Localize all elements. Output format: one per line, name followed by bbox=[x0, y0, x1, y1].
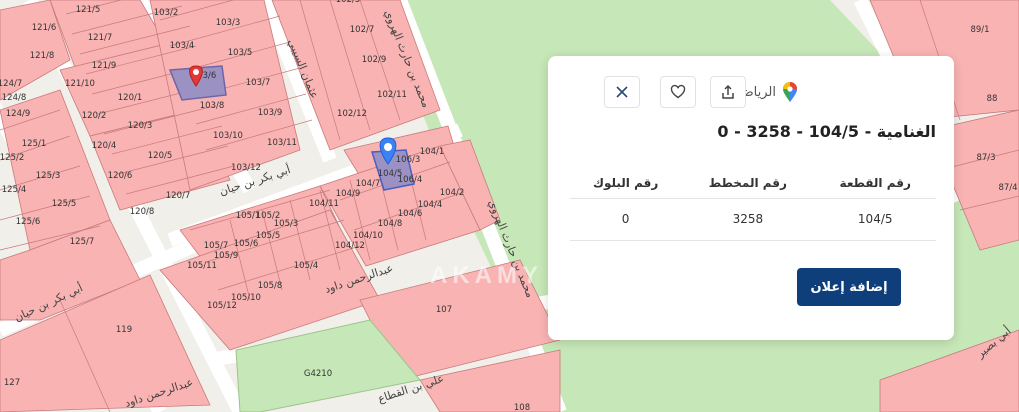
close-icon bbox=[616, 86, 628, 98]
plot-label: 104/10 bbox=[353, 231, 383, 241]
plot-label: 104/7 bbox=[356, 179, 381, 189]
plot-label: 105/8 bbox=[258, 281, 283, 291]
plot-label: 105/7 bbox=[204, 241, 229, 251]
plot-label: 124/8 bbox=[2, 93, 27, 103]
share-button[interactable] bbox=[710, 76, 746, 108]
plot-label: 125/4 bbox=[2, 185, 27, 195]
column-header-block-number: رقم البلوك bbox=[570, 168, 682, 199]
plot-label: 121/7 bbox=[88, 33, 113, 43]
plot-label: 107 bbox=[436, 305, 452, 315]
favorite-button[interactable] bbox=[660, 76, 696, 108]
plot-info-card: الرياض الغنامية - 104/5 - 3258 - 0 رقم ا… bbox=[548, 56, 954, 340]
share-icon bbox=[722, 84, 734, 99]
plot-label: 124/7 bbox=[0, 79, 22, 89]
plot-label: 125/2 bbox=[0, 153, 24, 163]
plot-label: 104/2 bbox=[440, 188, 465, 198]
plot-label: 105/3 bbox=[274, 219, 299, 229]
plot-label: 103/3 bbox=[216, 18, 241, 28]
plot-label: 119 bbox=[116, 325, 132, 335]
plot-label: 88 bbox=[987, 94, 998, 104]
plot-label: 103/10 bbox=[213, 131, 243, 141]
plot-label: 120/4 bbox=[92, 141, 117, 151]
google-maps-pin-icon bbox=[782, 82, 798, 102]
plot-label: 103/12 bbox=[231, 163, 261, 173]
cell-scheme-number: 3258 bbox=[681, 198, 815, 241]
plot-label: 103/4 bbox=[170, 41, 195, 51]
plot-label: 121/8 bbox=[30, 51, 55, 61]
cell-block-number: 0 bbox=[570, 198, 682, 241]
plot-label: 87/3 bbox=[976, 153, 995, 163]
plot-label: 121/10 bbox=[65, 79, 95, 89]
plot-label: 102/7 bbox=[350, 25, 375, 35]
plot-label: 120/1 bbox=[118, 93, 143, 103]
watermark-text: AKAMY bbox=[430, 262, 543, 289]
plot-label: 125/3 bbox=[36, 171, 61, 181]
plot-label: 108 bbox=[514, 403, 530, 412]
plot-label: 106/4 bbox=[398, 175, 423, 185]
plot-label: 102/11 bbox=[377, 90, 407, 100]
plot-title: الغنامية - 104/5 - 3258 - 0 bbox=[717, 122, 936, 141]
plot-label: 121/5 bbox=[76, 5, 101, 15]
plot-label: 105/5 bbox=[256, 231, 281, 241]
table-row: 104/5 3258 0 bbox=[570, 198, 936, 241]
plot-label: G4210 bbox=[304, 369, 332, 379]
city-label: الرياض bbox=[738, 82, 798, 102]
plot-label: 103/8 bbox=[200, 101, 225, 111]
plot-label: 105/4 bbox=[294, 261, 319, 271]
plot-label: 104/8 bbox=[378, 219, 403, 229]
plot-label: 125/1 bbox=[22, 139, 47, 149]
plot-label: 104/11 bbox=[309, 199, 339, 209]
plot-label: 102/5 bbox=[336, 0, 361, 5]
plot-label: 103/11 bbox=[267, 138, 297, 148]
plot-label: 102/12 bbox=[337, 109, 367, 119]
plot-label: 124/9 bbox=[6, 109, 31, 119]
plot-label: 89/1 bbox=[970, 25, 989, 35]
plot-label: 120/5 bbox=[148, 151, 173, 161]
plot-label: 104/12 bbox=[335, 241, 365, 251]
plot-label: 125/7 bbox=[70, 237, 95, 247]
plot-label: 105/6 bbox=[234, 239, 259, 249]
column-header-plot-number: رقم القطعة bbox=[814, 168, 936, 199]
plot-label: 125/5 bbox=[52, 199, 77, 209]
heart-icon bbox=[670, 84, 686, 99]
plot-label: 121/9 bbox=[92, 61, 117, 71]
plot-label: 120/7 bbox=[166, 191, 191, 201]
close-button[interactable] bbox=[604, 76, 640, 108]
column-header-scheme-number: رقم المخطط bbox=[681, 168, 815, 199]
plot-label: 105/12 bbox=[207, 301, 237, 311]
plot-label: 120/8 bbox=[130, 207, 155, 217]
plot-label: 105/11 bbox=[187, 261, 217, 271]
table-header-row: رقم القطعة رقم المخطط رقم البلوك bbox=[570, 168, 936, 199]
card-toolbar: الرياض bbox=[576, 76, 936, 108]
plot-label: 127 bbox=[4, 378, 20, 388]
plot-label: 120/3 bbox=[128, 121, 153, 131]
plot-label: 125/6 bbox=[16, 217, 41, 227]
plot-label: 103/2 bbox=[154, 8, 179, 18]
plot-label: 106/3 bbox=[396, 155, 421, 165]
plot-label: 103/7 bbox=[246, 78, 271, 88]
plot-label: 104/1 bbox=[420, 147, 445, 157]
plot-label: 102/9 bbox=[362, 55, 387, 65]
plot-label: 104/9 bbox=[336, 189, 361, 199]
plot-label: 104/6 bbox=[398, 209, 423, 219]
plot-label: 121/6 bbox=[32, 23, 57, 33]
plot-label: 120/2 bbox=[82, 111, 107, 121]
add-ad-button[interactable]: إضافة إعلان bbox=[797, 268, 901, 306]
plot-label: 87/4 bbox=[998, 183, 1017, 193]
plot-label: 120/6 bbox=[108, 171, 133, 181]
cell-plot-number: 104/5 bbox=[814, 198, 936, 241]
plot-details-table: رقم القطعة رقم المخطط رقم البلوك 104/5 3… bbox=[570, 168, 936, 241]
plot-label: 103/9 bbox=[258, 108, 283, 118]
plot-label: 103/5 bbox=[228, 48, 253, 58]
plot-label: 105/9 bbox=[214, 251, 239, 261]
